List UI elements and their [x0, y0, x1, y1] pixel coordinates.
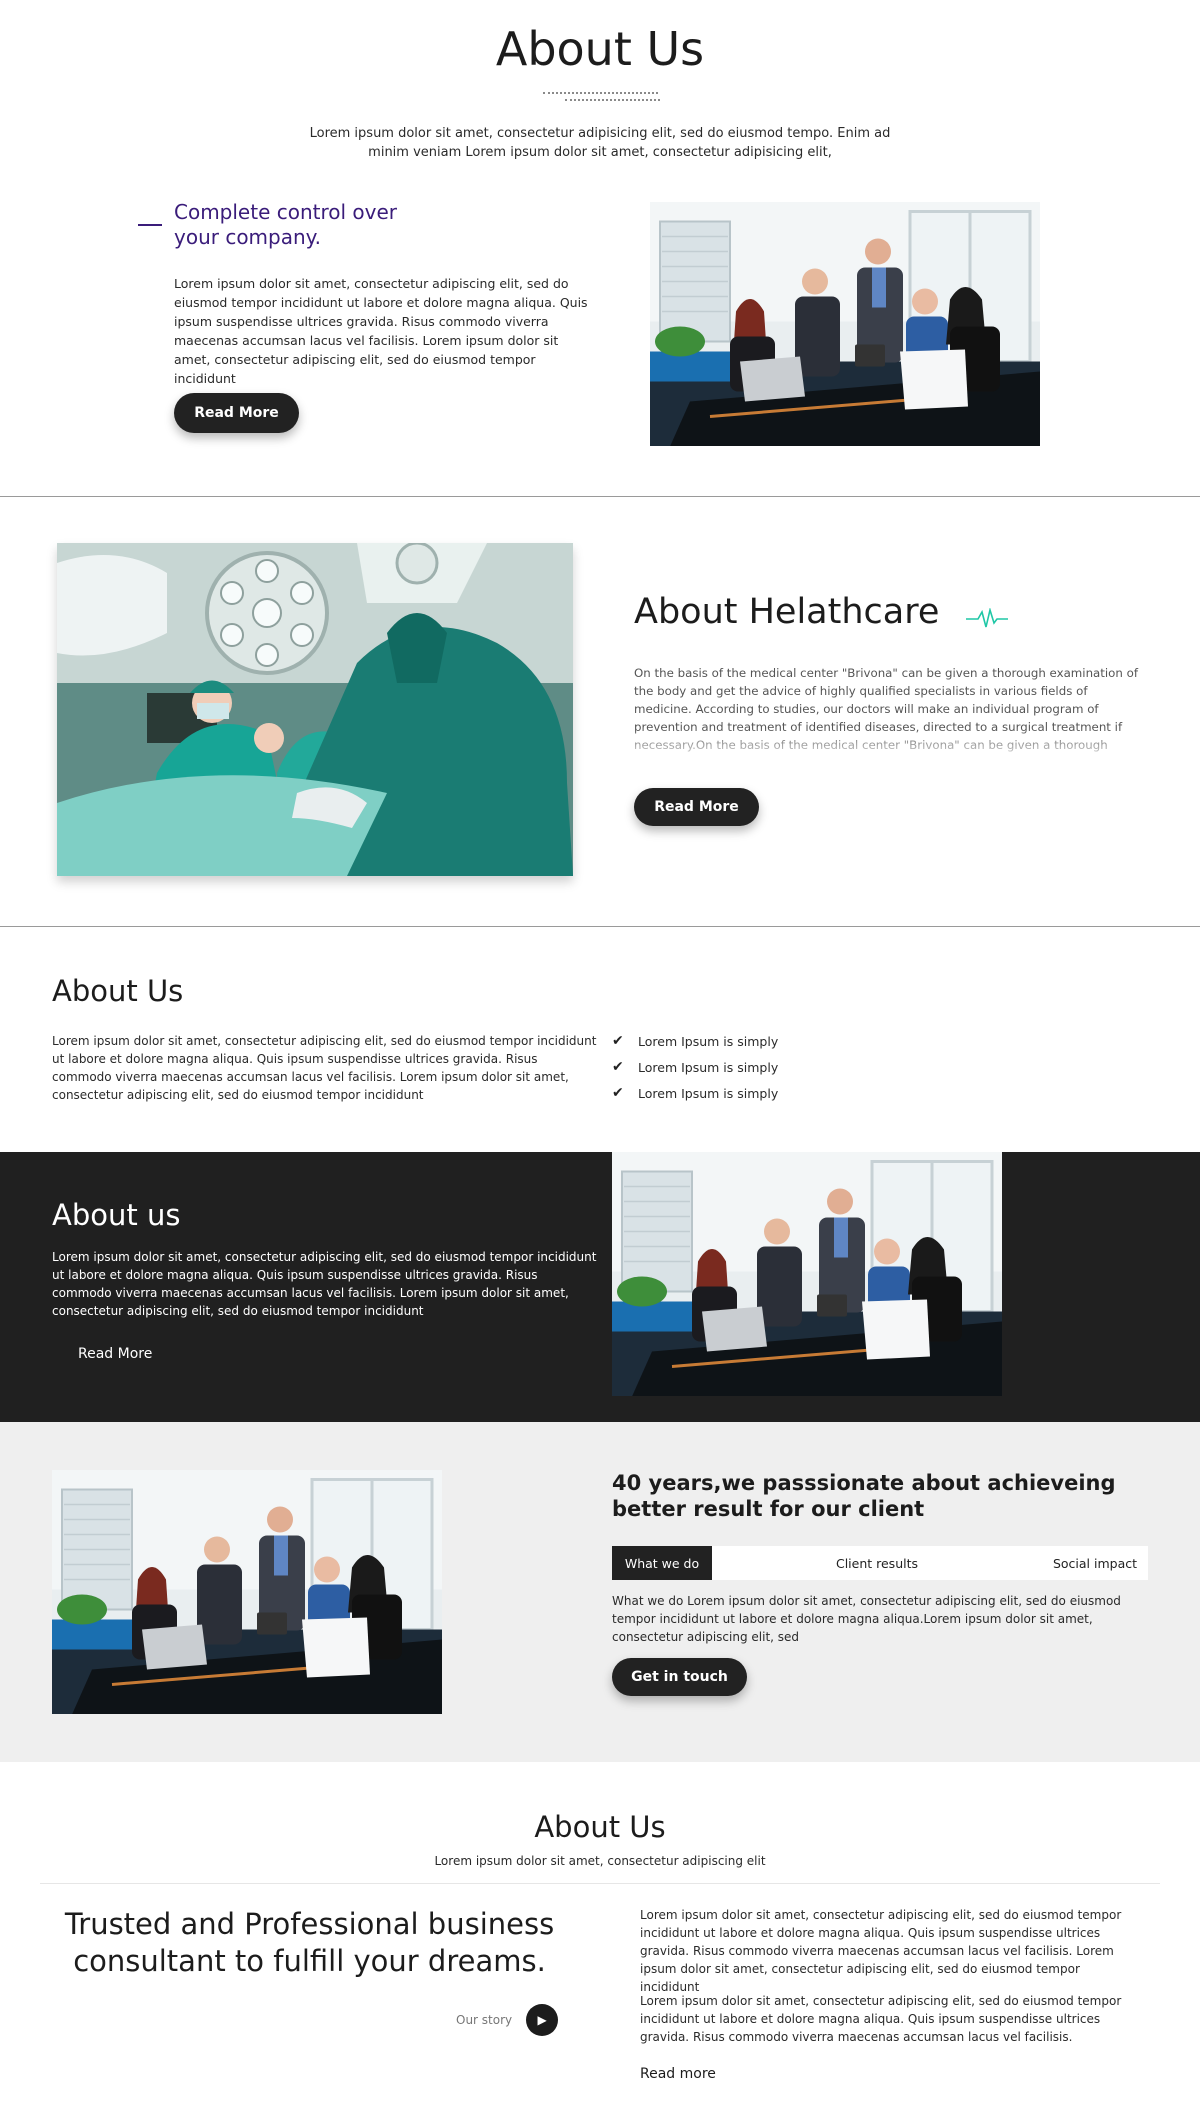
dotted-divider-lower — [565, 99, 660, 103]
heartbeat-icon — [966, 608, 1008, 628]
subtitle-line-1: Complete control over — [174, 200, 398, 224]
passion-headline: 40 years,we passsionate about achieveing… — [612, 1471, 1116, 1521]
subtitle-line-2: your company. — [174, 225, 322, 249]
about-title: About Us — [52, 974, 184, 1008]
consultant-paragraph-2: Lorem ipsum dolor sit amet, consectetur … — [640, 1994, 1122, 2044]
consultant-title: About Us — [534, 1810, 666, 1844]
get-in-touch-button[interactable]: Get in touch — [612, 1658, 747, 1696]
dark-about-title: About us — [52, 1198, 181, 1232]
checkmark-icon: ✔ — [612, 1033, 624, 1049]
surgery-image — [57, 543, 573, 876]
healthcare-read-more-button[interactable]: Read More — [634, 788, 759, 826]
page-title: About Us — [495, 22, 705, 76]
checklist-item: ✔ Lorem Ipsum is simply — [612, 1054, 912, 1080]
checkmark-icon: ✔ — [612, 1059, 624, 1075]
checklist-item-label: Lorem Ipsum is simply — [638, 1085, 779, 1101]
about-body: Lorem ipsum dolor sit amet, consectetur … — [52, 1034, 597, 1102]
our-story-label: Our story — [456, 2013, 513, 2027]
tab-client-results[interactable]: Client results — [712, 1546, 1042, 1580]
dark-office-image — [612, 1152, 1002, 1396]
read-more-button[interactable]: Read More — [174, 393, 299, 433]
section-body: Lorem ipsum dolor sit amet, consectetur … — [174, 276, 588, 386]
consultant-paragraph-1: Lorem ipsum dolor sit amet, consectetur … — [640, 1908, 1122, 1994]
healthcare-body-wrap: On the basis of the medical center "Briv… — [634, 664, 1146, 756]
checklist-item: ✔ Lorem Ipsum is simply — [612, 1028, 912, 1054]
passion-tabs: What we do Client results Social impact — [612, 1546, 1148, 1580]
tab-social-impact[interactable]: Social impact — [1042, 1546, 1148, 1580]
our-story-link[interactable]: Our story ▶ — [456, 2004, 559, 2036]
checkmark-icon: ✔ — [612, 1085, 624, 1101]
dark-about-body: Lorem ipsum dolor sit amet, consectetur … — [52, 1250, 597, 1318]
consultant-headline: Trusted and Professional business consul… — [64, 1907, 555, 1978]
tab-what-we-do[interactable]: What we do — [612, 1546, 712, 1580]
passion-office-image — [52, 1470, 442, 1714]
healthcare-title: About Helathcare — [634, 592, 940, 632]
section-divider — [0, 496, 1200, 497]
subtitle-accent-line — [138, 224, 162, 226]
section-passion: 40 years,we passsionate about achieveing… — [0, 1422, 1200, 1762]
dark-read-more-link[interactable]: Read More — [78, 1346, 152, 1362]
section-about-dark: About us Lorem ipsum dolor sit amet, con… — [0, 1152, 1200, 1422]
passion-body: What we do Lorem ipsum dolor sit amet, c… — [612, 1594, 1121, 1644]
play-icon[interactable]: ▶ — [526, 2004, 559, 2036]
checklist-item-label: Lorem Ipsum is simply — [638, 1033, 779, 1049]
consultant-read-more-link[interactable]: Read more — [640, 2066, 716, 2082]
consultant-divider — [40, 1883, 1160, 1884]
intro-text: Lorem ipsum dolor sit amet, consectetur … — [309, 126, 891, 160]
office-team-image — [650, 202, 1040, 446]
consultant-subtitle: Lorem ipsum dolor sit amet, consectetur … — [434, 1854, 766, 1868]
section-subtitle: Complete control over your company. — [174, 200, 397, 250]
checklist: ✔ Lorem Ipsum is simply ✔ Lorem Ipsum is… — [612, 1028, 912, 1106]
checklist-item: ✔ Lorem Ipsum is simply — [612, 1080, 912, 1106]
healthcare-body: On the basis of the medical center "Briv… — [634, 666, 1138, 752]
checklist-item-label: Lorem Ipsum is simply — [638, 1059, 779, 1075]
section-divider-2 — [0, 926, 1200, 927]
